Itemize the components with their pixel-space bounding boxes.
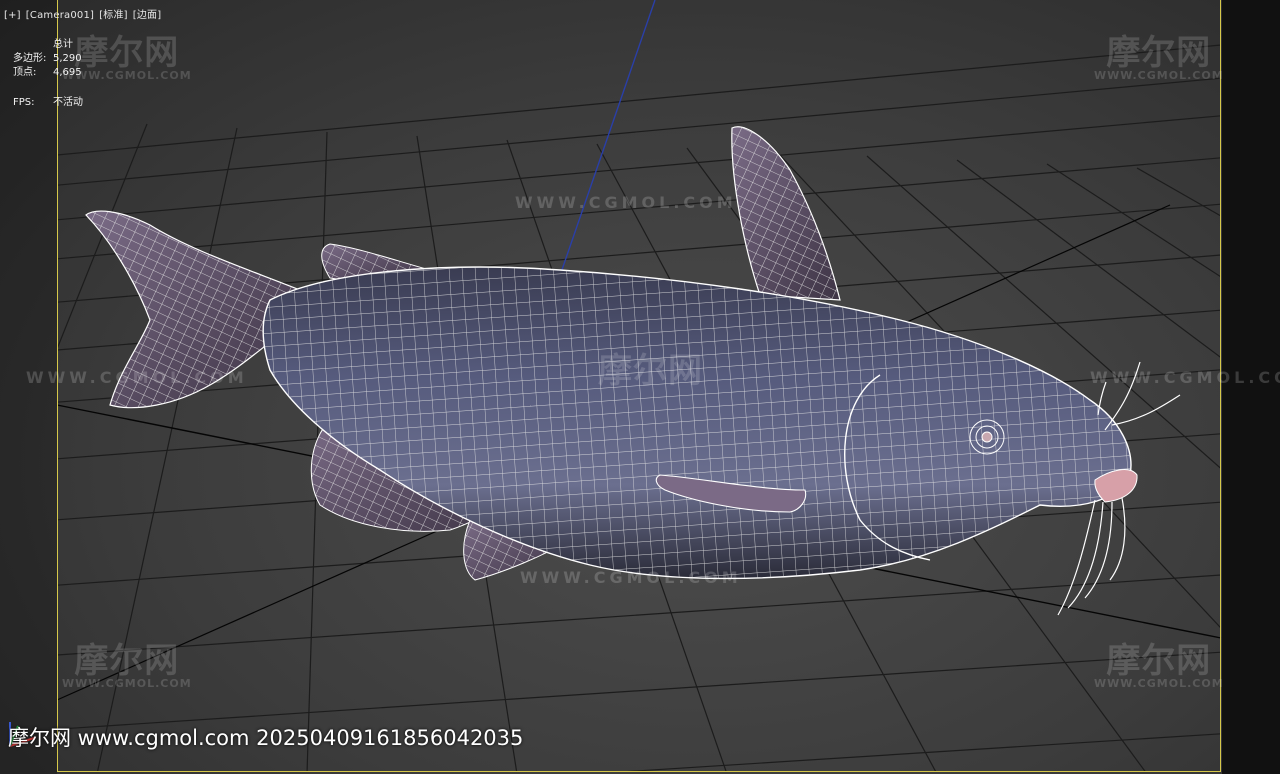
grid-line xyxy=(57,44,1221,156)
grid-line xyxy=(57,120,58,122)
z-axis-line xyxy=(554,0,656,291)
stats-value: 4,695 xyxy=(53,67,82,78)
stats-header: 总计 xyxy=(53,39,73,50)
grid-line xyxy=(57,574,1221,656)
stats-label: 多边形: xyxy=(13,53,47,64)
viewport-label-menu[interactable]: [+] [Camera001] [标准] [边面] xyxy=(4,6,166,21)
grid-line xyxy=(57,157,1221,260)
viewport-statistics: 总计 多边形: 5,290 顶点: 4,695 FPS: 不活动 xyxy=(13,38,83,110)
viewport-right-margin xyxy=(1222,0,1280,774)
viewport-display-menu[interactable]: [边面] xyxy=(133,10,162,21)
stats-fps: FPS: 不活动 xyxy=(13,96,83,110)
viewport-general-menu[interactable]: [+] xyxy=(4,10,21,21)
3d-viewport[interactable]: 摩尔网WWW.CGMOL.COM 摩尔网WWW.CGMOL.COM 摩尔网 摩尔… xyxy=(0,0,1280,774)
stats-polygons: 多边形: 5,290 xyxy=(13,52,83,66)
viewport-scene[interactable] xyxy=(0,0,1280,774)
stats-label: 顶点: xyxy=(13,67,37,78)
viewport-shading-menu[interactable]: [标准] xyxy=(99,10,128,21)
stats-value: 5,290 xyxy=(53,53,82,64)
watermark-footer: 摩尔网 www.cgmol.com 20250409161856042035 xyxy=(8,726,524,750)
fps-label: FPS: xyxy=(13,97,35,108)
viewport-camera-menu[interactable]: [Camera001] xyxy=(26,10,94,21)
stats-vertices: 顶点: 4,695 xyxy=(13,66,83,80)
fps-value: 不活动 xyxy=(53,97,83,108)
fish-model[interactable] xyxy=(85,126,1181,616)
grid-line xyxy=(57,651,1221,730)
